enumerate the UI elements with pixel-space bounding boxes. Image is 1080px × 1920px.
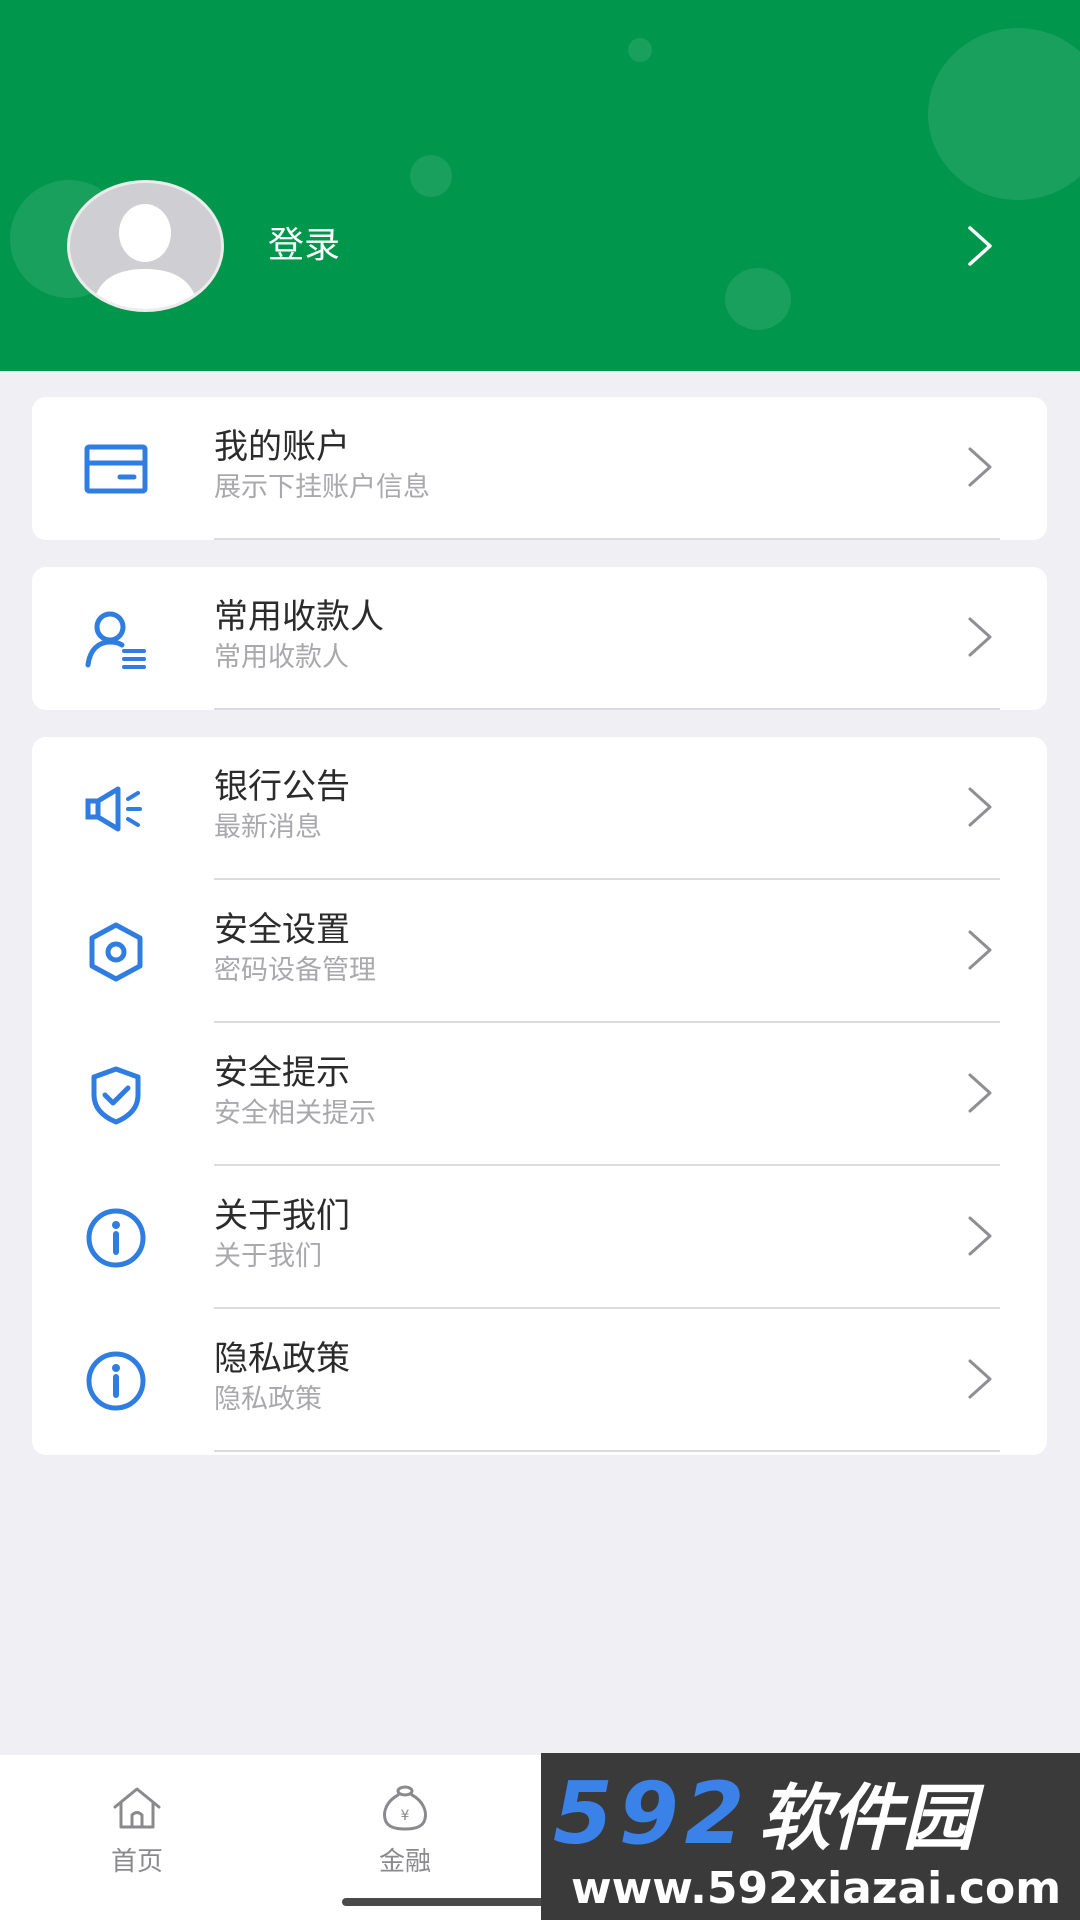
svg-text:¥: ¥ xyxy=(401,1808,410,1824)
menu-card-account: 我的账户 展示下挂账户信息 xyxy=(32,397,1047,540)
watermark-brand: 592 软件园 xyxy=(553,1759,975,1864)
decorative-bubble xyxy=(628,38,652,62)
chevron-right-icon xyxy=(968,1359,992,1399)
menu-item-my-account[interactable]: 我的账户 展示下挂账户信息 xyxy=(32,397,1047,540)
menu-card-payee: 常用收款人 常用收款人 xyxy=(32,567,1047,710)
menu-item-title: 隐私政策 xyxy=(214,1339,350,1379)
shield-check-icon xyxy=(91,1066,141,1125)
watermark-logo: 592 软件园 www.592xiazai.com xyxy=(541,1753,1080,1920)
chevron-right-icon xyxy=(968,787,992,827)
default-user-icon xyxy=(92,204,199,309)
info-icon xyxy=(86,1351,146,1411)
login-row[interactable]: 登录 xyxy=(0,180,1080,312)
chevron-right-icon xyxy=(968,226,992,266)
menu-item-title: 安全设置 xyxy=(214,910,350,950)
chevron-right-icon xyxy=(968,930,992,970)
money-bag-icon: ¥ xyxy=(383,1785,427,1831)
menu-item-subtitle: 隐私政策 xyxy=(214,1384,322,1415)
menu-card-info: 银行公告 最新消息 安全设置 密码设备管理 安全提示 安全相关提示 关于我们 关… xyxy=(32,737,1047,1455)
divider xyxy=(214,1450,1000,1452)
menu-item-title: 安全提示 xyxy=(214,1053,350,1093)
menu-item-bank-notice[interactable]: 银行公告 最新消息 xyxy=(32,737,1047,880)
menu-item-title: 我的账户 xyxy=(214,427,350,467)
menu-item-subtitle: 密码设备管理 xyxy=(214,955,376,986)
chevron-right-icon xyxy=(968,447,992,487)
watermark-url: www.592xiazai.com xyxy=(571,1863,1062,1914)
menu-item-subtitle: 关于我们 xyxy=(214,1241,322,1272)
hexagon-settings-icon xyxy=(89,922,143,982)
tab-finance[interactable]: ¥ 金融 xyxy=(325,1755,485,1877)
menu-item-security-tips[interactable]: 安全提示 安全相关提示 xyxy=(32,1023,1047,1166)
watermark-number: 592 xyxy=(553,1764,751,1864)
chevron-right-icon xyxy=(968,1073,992,1113)
menu-item-frequent-payee[interactable]: 常用收款人 常用收款人 xyxy=(32,567,1047,710)
login-label[interactable]: 登录 xyxy=(268,224,340,268)
card-icon xyxy=(84,444,148,494)
menu-item-title: 关于我们 xyxy=(214,1196,350,1236)
profile-header: 登录 xyxy=(0,0,1080,371)
divider xyxy=(214,708,1000,710)
tab-home[interactable]: 首页 xyxy=(57,1755,217,1877)
decorative-bubble xyxy=(928,28,1080,200)
chevron-right-icon xyxy=(968,1216,992,1256)
info-icon xyxy=(86,1208,146,1268)
chevron-right-icon xyxy=(968,617,992,657)
menu-item-title: 银行公告 xyxy=(214,767,350,807)
avatar[interactable] xyxy=(67,180,224,312)
tab-label: 首页 xyxy=(110,1847,163,1877)
megaphone-icon xyxy=(85,786,142,832)
home-icon xyxy=(113,1787,161,1829)
divider xyxy=(214,538,1000,540)
menu-item-privacy-policy[interactable]: 隐私政策 隐私政策 xyxy=(32,1309,1047,1452)
payee-icon xyxy=(85,611,146,669)
menu-item-subtitle: 展示下挂账户信息 xyxy=(214,472,430,503)
menu-item-about-us[interactable]: 关于我们 关于我们 xyxy=(32,1166,1047,1309)
menu-item-subtitle: 最新消息 xyxy=(214,812,322,843)
menu-item-security-settings[interactable]: 安全设置 密码设备管理 xyxy=(32,880,1047,1023)
watermark-name: 软件园 xyxy=(758,1776,975,1860)
tab-label: 金融 xyxy=(378,1847,431,1877)
menu-item-title: 常用收款人 xyxy=(214,597,384,637)
menu-item-subtitle: 安全相关提示 xyxy=(214,1098,376,1129)
menu-item-subtitle: 常用收款人 xyxy=(214,642,349,673)
